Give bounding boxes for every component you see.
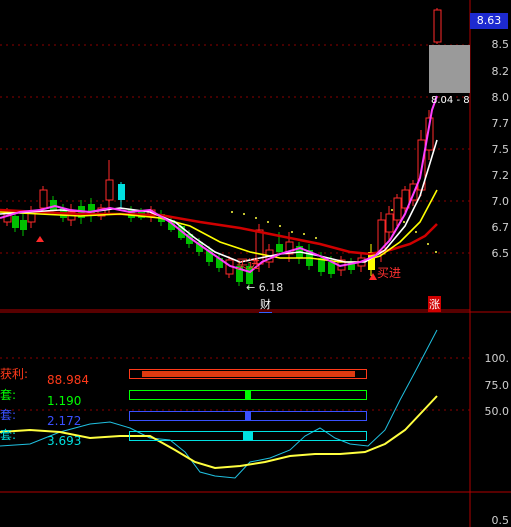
price-axis-tick: 7.2 — [491, 169, 510, 182]
price-axis-tick: 8.0 — [491, 91, 510, 104]
profit-value: 88.984 — [47, 373, 89, 387]
indicator-axis-tick: 75.0 — [484, 379, 510, 392]
trap-bar-2-marker — [245, 412, 251, 420]
price-range-label: 8.04 - 8 — [431, 95, 470, 106]
trap-value-3: 3.693 — [47, 434, 82, 448]
price-range-box — [429, 45, 470, 93]
candle-body — [39, 189, 48, 209]
candle-body — [118, 184, 125, 200]
candle-body — [276, 244, 283, 252]
price-axis-tick: 6.7 — [491, 221, 510, 234]
price-axis-tick: 8.5 — [491, 38, 510, 51]
trap-bar-2 — [129, 411, 367, 421]
price-axis-tick: 7.5 — [491, 143, 510, 156]
indicator-axis-tick: 100. — [484, 352, 510, 365]
indicator-axis-tick: 50.0 — [484, 405, 510, 418]
profit-label: 获利: — [0, 367, 29, 381]
ma-white-line — [0, 139, 438, 263]
trap-bar-3 — [129, 431, 367, 441]
financial-report-tag[interactable]: 财 — [259, 296, 272, 313]
trap-bar-3-marker — [243, 432, 253, 440]
price-axis-tick: 7.0 — [491, 195, 510, 208]
candle-body — [12, 216, 19, 228]
current-price-tag: 8.63 — [470, 13, 508, 29]
candle-body — [50, 200, 57, 210]
trap-bar-1 — [129, 390, 367, 400]
buy-signal-label: 买进 — [236, 257, 261, 271]
price-axis-tick: 8.2 — [491, 65, 510, 78]
trap-value-1: 1.190 — [47, 394, 82, 408]
trap-label-1: 套: — [0, 388, 17, 402]
trap-label-3: 套: — [0, 428, 17, 442]
trap-label-2: 套: — [0, 408, 17, 422]
buy-arrow-icon — [369, 273, 377, 280]
trap-bar-1-marker — [245, 391, 251, 399]
indicator-axis-tick: 0.5 — [491, 514, 510, 527]
profit-bar — [129, 369, 367, 379]
buy-signal-label: 买进 — [377, 266, 402, 280]
trap-value-2: 2.172 — [47, 414, 82, 428]
candle-body — [393, 197, 402, 221]
candle-body — [385, 213, 394, 233]
candle-body — [20, 220, 27, 230]
profit-bar-fill — [142, 371, 355, 377]
price-axis-tick: 7.7 — [491, 117, 510, 130]
buy-arrow-icon — [36, 236, 44, 242]
candle-body — [433, 9, 442, 43]
limit-up-tag[interactable]: 涨 — [428, 296, 441, 312]
low-price-marker: ← 6.18 — [246, 281, 284, 294]
candle-body — [105, 179, 114, 201]
price-axis-tick: 6.5 — [491, 247, 510, 260]
